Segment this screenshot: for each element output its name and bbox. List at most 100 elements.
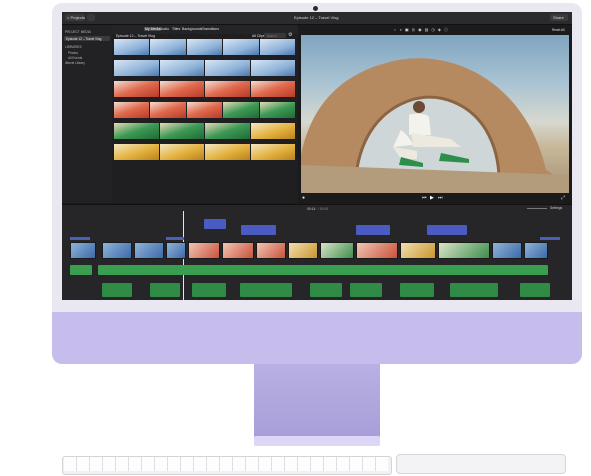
clip-thumb[interactable] xyxy=(150,102,186,118)
zoom-slider[interactable] xyxy=(527,208,547,209)
imac-chin xyxy=(52,312,582,364)
clip-thumb[interactable] xyxy=(205,81,250,97)
timecode-total: / 00:51 xyxy=(318,207,329,211)
timeline-clip[interactable] xyxy=(188,242,220,259)
clip-thumb[interactable] xyxy=(259,102,296,118)
clip-thumb[interactable] xyxy=(114,81,159,97)
timeline-clip[interactable] xyxy=(102,242,132,259)
fullscreen-icon[interactable]: ⤢ xyxy=(561,195,565,201)
timeline-clip[interactable] xyxy=(166,242,186,259)
title-clip[interactable] xyxy=(241,225,276,235)
audio-clip[interactable] xyxy=(450,283,498,297)
sidebar-item-photos[interactable]: Photos xyxy=(68,51,78,55)
clip-thumb[interactable] xyxy=(114,123,159,139)
timeline-settings-button[interactable]: Settings xyxy=(550,206,562,210)
reset-all-button[interactable]: Reset All xyxy=(552,28,565,32)
sidebar: PROJECT MEDIA Episode 12 – Travel Vlog L… xyxy=(62,25,112,203)
title-chip[interactable] xyxy=(166,237,184,240)
info-icon[interactable]: ⓘ xyxy=(444,27,448,33)
stabilization-icon[interactable]: ◎ xyxy=(412,27,416,33)
audio-clip[interactable] xyxy=(240,283,292,297)
clip-thumb[interactable] xyxy=(150,39,186,55)
noise-reduction-icon[interactable]: ▤ xyxy=(425,27,429,33)
clip-thumb[interactable] xyxy=(114,144,159,160)
clip-thumb[interactable] xyxy=(186,102,223,118)
tab-my-media[interactable]: My Media xyxy=(144,27,162,31)
crop-icon[interactable]: ▣ xyxy=(405,27,409,33)
timeline-clip[interactable] xyxy=(134,242,164,259)
settings-gear-icon[interactable]: ⚙ xyxy=(288,32,292,38)
clip-thumb[interactable] xyxy=(223,39,259,55)
tab-titles[interactable]: Titles xyxy=(172,27,180,31)
audio-clip[interactable] xyxy=(70,265,92,275)
tab-audio[interactable]: Audio xyxy=(160,27,169,31)
audio-clip[interactable] xyxy=(520,283,550,297)
audio-clip[interactable] xyxy=(310,283,342,297)
timeline-clip[interactable] xyxy=(356,242,398,259)
search-input[interactable]: Search xyxy=(264,33,286,38)
timeline-clip[interactable] xyxy=(256,242,286,259)
clip-thumb[interactable] xyxy=(159,81,204,97)
clip-thumb[interactable] xyxy=(114,39,150,55)
clip-thumb[interactable] xyxy=(205,60,250,76)
video-track xyxy=(70,242,560,259)
background-music-clip[interactable] xyxy=(98,265,548,275)
projects-label: < Projects xyxy=(67,15,85,20)
viewer: ◐ ◑ ▣ ◎ ◉ ▤ ◷ ◈ ⓘ Reset All ⏮ ▶ ⏭ ⤢ ● xyxy=(299,25,572,203)
clip-thumb[interactable] xyxy=(250,60,295,76)
sidebar-item-all-events[interactable]: All Events xyxy=(68,56,82,60)
timecode: 00:14 xyxy=(307,207,316,211)
video-image xyxy=(301,58,569,193)
timeline-clip[interactable] xyxy=(288,242,318,259)
keyboard-keys xyxy=(64,457,388,471)
audio-clip[interactable] xyxy=(350,283,382,297)
timeline-clip[interactable] xyxy=(492,242,522,259)
title-clip[interactable] xyxy=(356,225,390,235)
color-balance-icon[interactable]: ◐ xyxy=(394,27,396,33)
clip-thumb[interactable] xyxy=(159,144,204,160)
sidebar-item-library[interactable]: iMovie Library xyxy=(65,61,85,65)
timeline-clip[interactable] xyxy=(400,242,436,259)
timeline-clip[interactable] xyxy=(70,242,96,259)
share-button[interactable]: Share xyxy=(550,14,568,21)
clip-thumb[interactable] xyxy=(250,144,295,160)
clip-thumb[interactable] xyxy=(205,144,250,160)
filter-icon[interactable]: ◈ xyxy=(438,27,441,33)
clip-thumb[interactable] xyxy=(259,39,296,55)
title-chip[interactable] xyxy=(540,237,560,240)
media-import-button[interactable] xyxy=(87,14,95,21)
microphone-icon[interactable]: ● xyxy=(302,195,305,201)
title-clip[interactable] xyxy=(427,225,467,235)
color-correction-icon[interactable]: ◑ xyxy=(399,27,401,33)
next-icon[interactable]: ⏭ xyxy=(438,195,443,201)
timeline-clip[interactable] xyxy=(320,242,354,259)
clip-thumb[interactable] xyxy=(159,123,204,139)
clip-thumb[interactable] xyxy=(186,39,223,55)
clip-thumb[interactable] xyxy=(250,123,295,139)
volume-icon[interactable]: ◉ xyxy=(418,27,422,33)
title-chip[interactable] xyxy=(70,237,90,240)
clip-thumb[interactable] xyxy=(205,123,250,139)
timeline: 00:14 / 00:51 Settings xyxy=(62,204,572,300)
clip-filter[interactable]: All Clips xyxy=(252,34,265,38)
clip-thumb[interactable] xyxy=(250,81,295,97)
tab-backgrounds[interactable]: Backgrounds xyxy=(182,27,202,31)
projects-button[interactable]: < Projects xyxy=(65,14,85,21)
timeline-clip[interactable] xyxy=(524,242,548,259)
audio-clip[interactable] xyxy=(102,283,132,297)
previous-icon[interactable]: ⏮ xyxy=(422,195,427,201)
clip-thumb[interactable] xyxy=(159,60,204,76)
audio-clip[interactable] xyxy=(192,283,226,297)
play-icon[interactable]: ▶ xyxy=(430,195,434,201)
sidebar-item-project[interactable]: Episode 12 – Travel Vlog xyxy=(64,36,110,41)
clip-thumb[interactable] xyxy=(223,102,259,118)
tab-transitions[interactable]: Transitions xyxy=(202,27,219,31)
speed-icon[interactable]: ◷ xyxy=(431,27,435,33)
timeline-clip[interactable] xyxy=(438,242,490,259)
audio-clip[interactable] xyxy=(400,283,434,297)
title-clip[interactable] xyxy=(204,219,226,229)
audio-clip[interactable] xyxy=(150,283,180,297)
clip-thumb[interactable] xyxy=(114,60,159,76)
timeline-clip[interactable] xyxy=(222,242,254,259)
clip-thumb[interactable] xyxy=(114,102,150,118)
